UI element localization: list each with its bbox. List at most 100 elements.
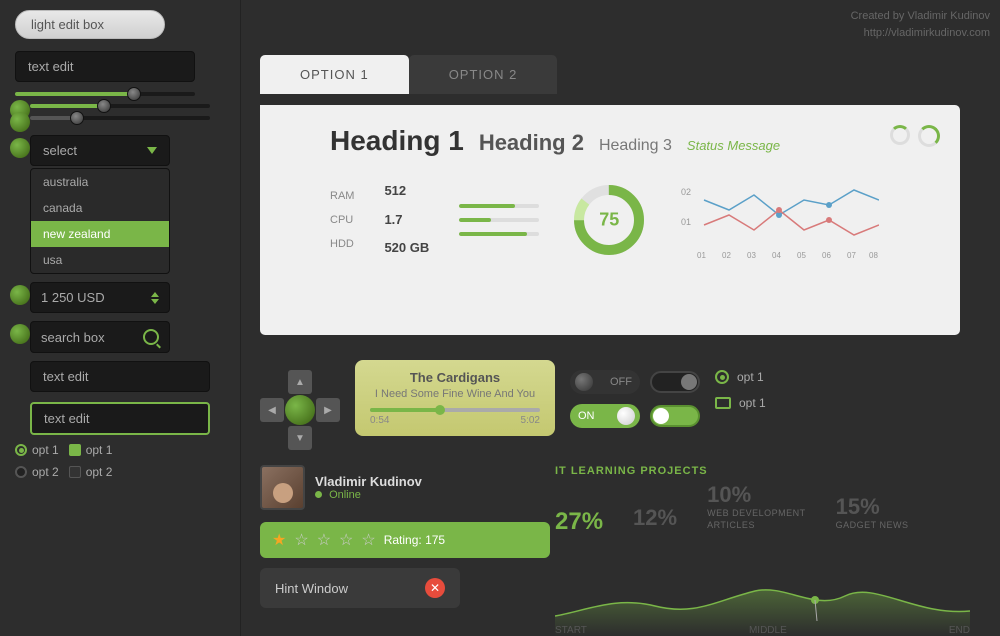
dpad-left-arrow-icon: ◀ [268,405,276,416]
search-box-container: search box [30,321,225,353]
toggle2-off-button[interactable] [650,371,700,393]
it-col3: 10% WEB DEVELOPMENTARTICLES [707,482,806,531]
text-edit-2[interactable]: text edit [30,361,210,392]
it-main-pct-value: 27% [555,491,603,538]
tv-opt1-right[interactable]: opt 1 [715,396,766,410]
dropdown-item-canada[interactable]: canada [31,195,169,221]
radio-green-icon[interactable] [15,444,27,456]
star-3-icon: ☆ [317,530,331,550]
dpad-center-button[interactable] [285,395,315,425]
svg-text:01: 01 [681,217,691,227]
credit-text: Created by Vladimir Kudinov http://vladi… [851,8,990,41]
slider-3[interactable] [30,116,210,120]
donut-chart: 75 [569,180,649,260]
avatar-head [273,483,293,503]
svg-text:04: 04 [772,251,781,260]
svg-text:05: 05 [797,251,806,260]
rating-text: Rating: 175 [384,533,445,547]
checkbox-green-icon[interactable] [69,444,81,456]
toggle2-off-ball [681,374,697,390]
number-input[interactable]: 1 250 USD [30,282,170,313]
toggle-ball-dark [575,373,593,391]
checkbox-dark-icon[interactable] [69,466,81,478]
number-input-container: 1 250 USD [30,282,225,313]
toggle-on-label: ON [578,410,595,422]
radio-opt1-right-label: opt 1 [737,370,764,384]
avatar [260,465,305,510]
arrow-up-icon[interactable] [151,292,159,297]
tab-option1[interactable]: OPTION 1 [260,55,409,94]
heading2: Heading 2 [479,130,584,156]
profile-section: Vladimir Kudinov Online ★ ☆ ☆ ☆ ☆ Rating… [260,465,550,608]
search-box[interactable]: search box [30,321,170,353]
radio-green-sm-icon[interactable] [715,370,729,384]
arrow-down-icon[interactable] [151,299,159,304]
it-main-pct: 27% [555,494,603,536]
hint-close-button[interactable]: ✕ [425,578,445,598]
dropdown-item-newzealand[interactable]: new zealand [31,221,169,247]
checkbox-opt2-label: opt 2 [86,465,113,479]
dropdown-menu: australia canada new zealand usa [30,168,170,274]
toggle-on-button[interactable]: ON [570,404,640,428]
slider-1[interactable] [15,92,195,96]
dpad-right-button[interactable]: ▶ [316,398,340,422]
checkbox-opt2[interactable]: opt 2 [69,465,113,479]
toggle-row-1: OFF [570,370,700,394]
number-arrows[interactable] [151,292,159,304]
search-label: search box [41,330,105,345]
left-divider [240,0,241,636]
dropdown-item-australia[interactable]: australia [31,169,169,195]
toggle2-on-button[interactable] [650,405,700,427]
svg-text:06: 06 [822,251,831,260]
checkbox-opt1-label: opt 1 [86,443,113,457]
dpad-up-arrow-icon: ▲ [295,377,305,388]
toggle-row-2: ON [570,404,700,428]
dpad-down-button[interactable]: ▼ [288,426,312,450]
svg-text:07: 07 [847,251,856,260]
loader-spin-2 [918,125,940,147]
text-edit-3[interactable]: text edit [30,402,210,435]
toggle-off-label: OFF [610,376,632,388]
svg-text:02: 02 [722,251,731,260]
headings-row: Heading 1 Heading 2 Heading 3 Status Mes… [330,125,940,157]
music-progress-thumb[interactable] [435,405,445,415]
dashboard-panel: Heading 1 Heading 2 Heading 3 Status Mes… [260,105,960,335]
spinner-icon-3 [10,138,30,158]
toggle-off-button[interactable]: OFF [570,370,640,394]
rating-box: ★ ☆ ☆ ☆ ☆ Rating: 175 [260,522,550,558]
radio-opt2-label: opt 2 [32,465,59,479]
checkbox-opt1[interactable]: opt 1 [69,443,113,457]
dpad[interactable]: ▲ ▼ ◀ ▶ [260,370,340,450]
slider-2[interactable] [30,104,210,108]
it-col3-pct: 10% [707,482,806,508]
it-col3-label: WEB DEVELOPMENTARTICLES [707,508,806,531]
wave-end-label: END [949,625,970,636]
number-value: 1 250 USD [41,290,105,305]
dropdown-item-usa[interactable]: usa [31,247,169,273]
radio-dark-icon[interactable] [15,466,27,478]
credit-line2: http://vladimirkudinov.com [851,25,990,42]
radio-opt1-right[interactable]: opt 1 [715,370,766,384]
credit-line1: Created by Vladimir Kudinov [851,8,990,25]
bottom-section: ▲ ▼ ◀ ▶ The Cardigans I Need Some Fine W… [260,360,960,450]
dpad-up-button[interactable]: ▲ [288,370,312,394]
options-row: opt 1 opt 1 [15,443,225,457]
text-edit-1[interactable]: text edit [15,51,195,82]
music-time-total: 5:02 [521,415,540,426]
tab-option2[interactable]: OPTION 2 [409,55,558,94]
cpu-bar [459,218,539,222]
options-row-2: opt 2 opt 2 [15,465,225,479]
music-progress-bar[interactable] [370,408,540,412]
light-edit-box[interactable]: light edit box [15,10,165,39]
stats-row: RAM CPU HDD 512 1.7 520 GB [330,177,940,263]
music-player: The Cardigans I Need Some Fine Wine And … [355,360,555,436]
it-col4-pct: 15% [836,494,909,520]
hdd-bar [459,232,539,236]
music-band: The Cardigans [370,370,540,385]
radio-opt1[interactable]: opt 1 [15,443,59,457]
select-box[interactable]: select [30,135,170,166]
dpad-left-button[interactable]: ◀ [260,398,284,422]
heading3: Heading 3 [599,137,672,155]
wave-labels: START MIDDLE END [555,625,970,636]
radio-opt2[interactable]: opt 2 [15,465,59,479]
